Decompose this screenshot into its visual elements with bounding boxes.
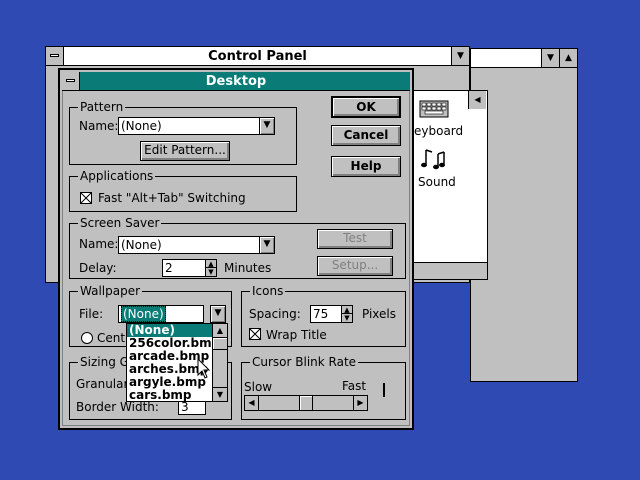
ok-button[interactable]: OK [331,96,401,118]
sound-icon[interactable] [420,146,448,172]
spacing-label: Spacing: [249,307,301,321]
screen-saver-dropdown-arrow-icon[interactable]: ▼ [259,236,275,254]
border-width-label: Border Width: [76,400,159,414]
list-scroll-track[interactable] [213,350,227,387]
keyboard-icon[interactable] [419,95,449,121]
delay-down-arrow-icon[interactable]: ▼ [206,268,216,276]
wrap-title-label[interactable]: Wrap Title [266,328,327,342]
delay-unit-label: Minutes [224,261,272,275]
delay-up-arrow-icon[interactable]: ▲ [206,260,216,268]
screen-saver-name-label: Name: [79,237,119,251]
list-scroll-thumb[interactable] [213,338,227,350]
slow-label: Slow [244,380,273,394]
center-label[interactable]: Cent [97,331,125,345]
wallpaper-file-combo[interactable]: (None) [118,305,204,323]
sizing-grid-group-title: Sizing G [78,355,131,369]
granularity-label: Granular [76,377,129,391]
desktop-dialog-title[interactable]: Desktop [62,72,410,91]
wallpaper-dropdown-arrow-icon[interactable]: ▼ [210,305,226,323]
slider-left-arrow-icon[interactable]: ◀ [245,396,259,410]
control-panel-status-bar [412,262,488,280]
cancel-button[interactable]: Cancel [331,125,401,146]
help-button[interactable]: Help [331,156,401,177]
spacing-input[interactable]: 75 [310,305,342,323]
cursor-blink-slider[interactable]: ◀ ▶ [244,395,368,411]
desktop-dialog: Desktop Pattern Name: (None) ▼ Edit Patt… [58,68,414,430]
edit-pattern-button[interactable]: Edit Pattern... [140,141,230,161]
control-panel-scroll-arrow[interactable]: ◀ [468,91,486,109]
list-scroll-up-icon[interactable]: ▲ [213,324,227,338]
list-scroll-down-icon[interactable]: ▼ [213,387,227,401]
setup-button[interactable]: Setup... [317,256,393,276]
background-maximize-button[interactable]: ▲ [559,49,577,67]
fast-switch-label[interactable]: Fast "Alt+Tab" Switching [98,191,246,205]
screen-saver-name-combo[interactable]: (None) [118,236,260,254]
slider-thumb[interactable] [299,396,313,410]
pattern-name-combo[interactable]: (None) [118,117,260,135]
wrap-title-checkbox[interactable] [249,328,261,340]
screen-saver-group-title: Screen Saver [78,216,162,230]
pattern-name-label: Name: [79,119,119,133]
spacing-up-arrow-icon[interactable]: ▲ [342,306,352,314]
control-panel-minimize-button[interactable]: ▼ [451,47,469,65]
cursor-blink-indicator [383,383,385,397]
sound-label[interactable]: Sound [418,175,456,189]
fast-switch-checkbox[interactable] [80,192,92,204]
mouse-pointer-icon [197,357,211,380]
spacing-down-arrow-icon[interactable]: ▼ [342,314,352,322]
wallpaper-file-label: File: [79,307,104,321]
slider-right-arrow-icon[interactable]: ▶ [353,396,367,410]
wallpaper-file-value: (None) [121,306,166,322]
wallpaper-group-title: Wallpaper [78,284,143,298]
delay-label: Delay: [79,261,117,275]
background-minimize-button[interactable]: ▼ [541,49,559,67]
delay-input[interactable]: 2 [162,259,206,277]
icons-group-title: Icons [250,284,286,298]
pattern-dropdown-arrow-icon[interactable]: ▼ [259,117,275,135]
spacing-unit-label: Pixels [362,307,397,321]
applications-group-title: Applications [78,169,156,183]
wallpaper-list-item[interactable]: cars.bmp [127,389,213,402]
wallpaper-list-scrollbar[interactable]: ▲ ▼ [212,324,227,401]
desktop-dialog-system-menu[interactable] [62,72,80,90]
fast-label: Fast [342,379,367,393]
center-radio[interactable] [81,332,93,344]
delay-spinner[interactable]: ▲ ▼ [205,259,217,277]
control-panel-title[interactable]: Control Panel [46,47,469,66]
test-button[interactable]: Test [317,229,393,249]
wallpaper-dropdown-list[interactable]: (None) 256color.bmp arcade.bmp arches.bmp ar… [126,323,228,402]
spacing-spinner[interactable]: ▲ ▼ [341,305,353,323]
cursor-blink-group-title: Cursor Blink Rate [250,355,359,369]
pattern-group-title: Pattern [78,100,126,114]
control-panel-system-menu[interactable] [46,47,64,65]
keyboard-label[interactable]: eyboard [414,124,463,138]
